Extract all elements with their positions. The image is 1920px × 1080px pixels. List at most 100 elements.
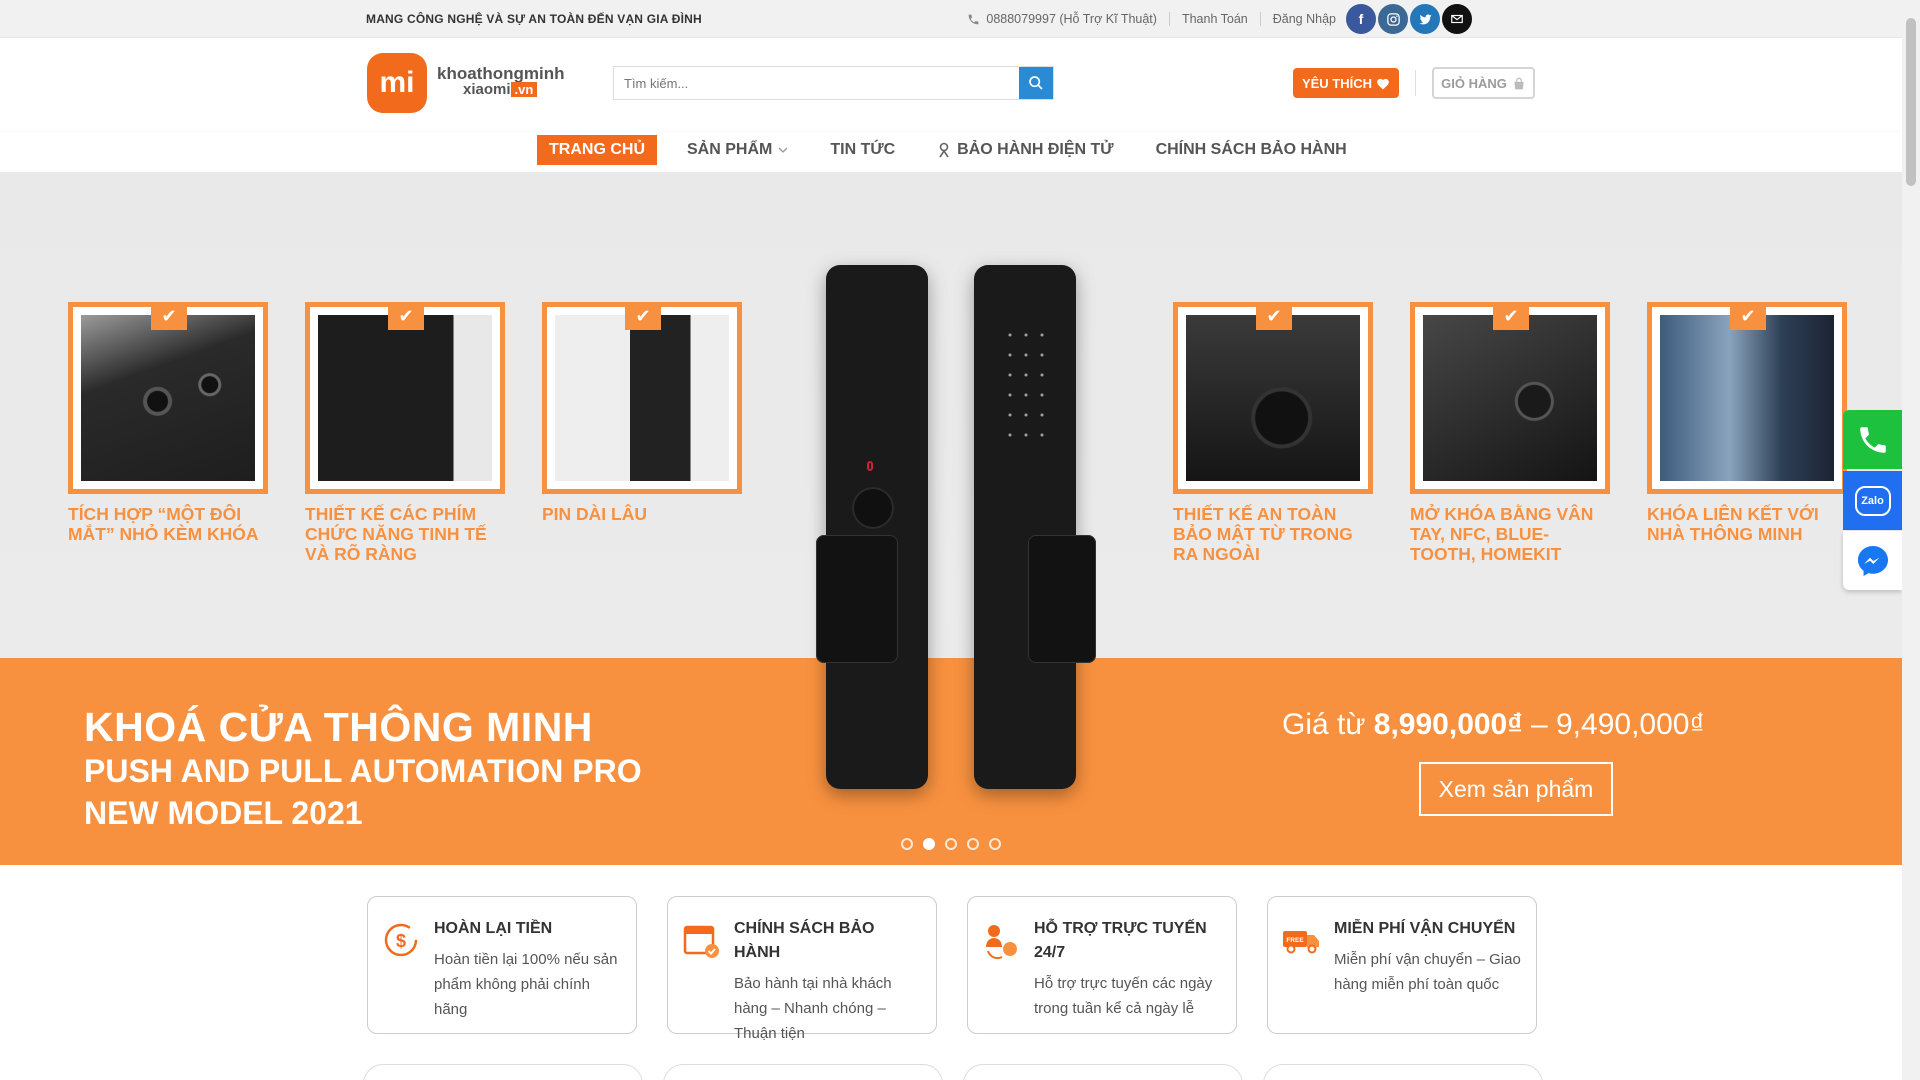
nav-warranty-policy[interactable]: CHÍNH SÁCH BẢO HÀNH bbox=[1156, 135, 1347, 165]
check-icon: ✔ bbox=[151, 302, 187, 330]
cart-button[interactable]: GIỎ HÀNG bbox=[1432, 67, 1535, 99]
slider-dot-active[interactable] bbox=[923, 838, 935, 850]
nav-e-warranty[interactable]: BẢO HÀNH ĐIỆN TỬ bbox=[937, 135, 1114, 165]
logo-line-1: khoathongminh bbox=[437, 64, 565, 83]
feature-caption: THIẾT KẾ AN TOÀN BẢO MẬT TỪ TRONG RA NGO… bbox=[1173, 504, 1353, 564]
search-input[interactable] bbox=[614, 67, 1019, 99]
user-pin-icon bbox=[939, 142, 949, 158]
hero-headline: KHOÁ CỬA THÔNG MINH PUSH AND PULL AUTOMA… bbox=[84, 704, 642, 834]
payment-link[interactable]: Thanh Toán bbox=[1182, 12, 1248, 26]
messenger-button[interactable] bbox=[1843, 531, 1902, 590]
feature-image-frame: ✔ bbox=[68, 302, 268, 494]
price-prefix: Giá từ bbox=[1282, 708, 1374, 741]
search-bar bbox=[613, 66, 1054, 100]
phone-icon bbox=[1859, 426, 1886, 453]
hotline-text: 0888079997 (Hỗ Trợ Kĩ Thuật) bbox=[986, 12, 1157, 26]
hotline[interactable]: 0888079997 (Hỗ Trợ Kĩ Thuật) bbox=[967, 12, 1157, 26]
feature-image-keypad bbox=[318, 315, 492, 481]
top-bar-links: 0888079997 (Hỗ Trợ Kĩ Thuật) Thanh Toán … bbox=[967, 4, 1472, 34]
lock-keypad bbox=[1002, 325, 1052, 445]
policy-title: HOÀN LẠI TIỀN bbox=[434, 920, 553, 937]
policy-text: Bảo hành tại nhà khách hàng – Nhanh chón… bbox=[734, 975, 892, 1042]
lock-handle bbox=[1028, 535, 1096, 663]
check-icon: ✔ bbox=[1256, 302, 1292, 330]
slider-dot[interactable] bbox=[901, 838, 913, 850]
svg-text:FREE: FREE bbox=[1286, 937, 1304, 944]
policy-card: HỖ TRỢ TRỰC TUYẾN 24/7 Hỗ trợ trực tuyến… bbox=[967, 896, 1237, 1034]
check-icon: ✔ bbox=[1730, 302, 1766, 330]
feature-caption: TÍCH HỢP “MỘT ĐÔI MẮT” NHỎ KÈM KHÓA bbox=[68, 504, 259, 544]
policy-card: FREE MIỄN PHÍ VẬN CHUYỂN Miễn phí vận ch… bbox=[1267, 896, 1537, 1034]
price-separator: – bbox=[1522, 708, 1556, 741]
divider bbox=[1259, 12, 1261, 26]
messenger-icon bbox=[1857, 545, 1888, 576]
header-divider bbox=[1415, 70, 1416, 96]
favorites-button[interactable]: YÊU THÍCH bbox=[1293, 68, 1399, 98]
hero-title-line-3: NEW MODEL 2021 bbox=[84, 795, 363, 831]
page-scrollbar[interactable] bbox=[1902, 0, 1920, 1080]
check-icon: ✔ bbox=[625, 302, 661, 330]
cart-label: GIỎ HÀNG bbox=[1441, 75, 1507, 91]
lock-handle bbox=[816, 535, 898, 663]
nav-news[interactable]: TIN TỨC bbox=[830, 135, 895, 165]
category-card-top[interactable] bbox=[1263, 1064, 1543, 1080]
call-button[interactable] bbox=[1843, 410, 1902, 469]
shopping-bag-icon bbox=[1514, 77, 1524, 89]
search-icon bbox=[1029, 76, 1043, 90]
category-card-top[interactable] bbox=[663, 1064, 943, 1080]
feature-image-frame: ✔ bbox=[1173, 302, 1373, 494]
main-nav: TRANG CHỦ SẢN PHẨM TIN TỨC BẢO HÀNH ĐIỆN… bbox=[0, 132, 1902, 172]
facebook-icon[interactable]: f bbox=[1346, 4, 1376, 34]
slider-dot[interactable] bbox=[945, 838, 957, 850]
policy-card: $ HOÀN LẠI TIỀN Hoàn tiền lại 100% nếu s… bbox=[367, 896, 637, 1034]
slider-dot[interactable] bbox=[967, 838, 979, 850]
feature-image-smarthome bbox=[1660, 315, 1834, 481]
lock-indicator bbox=[867, 461, 873, 471]
nav-products[interactable]: SẢN PHẨM bbox=[687, 135, 788, 165]
site-header: mi khoathongminh xiaomi.vn YÊU THÍCH GIỎ… bbox=[0, 38, 1902, 132]
feature-card: ✔ PIN DÀI LÂU bbox=[542, 302, 742, 524]
social-links: f bbox=[1346, 4, 1472, 34]
policy-card: CHÍNH SÁCH BẢO HÀNH Bảo hành tại nhà khá… bbox=[667, 896, 937, 1042]
feature-image-camera bbox=[81, 315, 255, 481]
feature-image-frame: ✔ bbox=[1647, 302, 1847, 494]
heart-icon bbox=[1377, 78, 1389, 89]
logo-wordmark[interactable]: khoathongminh xiaomi .vn bbox=[437, 64, 565, 98]
feature-caption: PIN DÀI LÂU bbox=[542, 504, 647, 524]
slider-dots bbox=[901, 838, 1001, 850]
feature-card: ✔ KHÓA LIÊN KẾT VỚI NHÀ THÔNG MINH bbox=[1647, 302, 1847, 544]
top-bar: MANG CÔNG NGHỆ VÀ SỰ AN TOÀN ĐẾN VẠN GIA… bbox=[0, 0, 1902, 38]
logo-mark[interactable]: mi bbox=[367, 53, 427, 113]
price-to: 9,490,000₫ bbox=[1556, 708, 1705, 741]
login-link[interactable]: Đăng Nhập bbox=[1273, 12, 1336, 26]
logo-line-2: xiaomi .vn bbox=[463, 82, 564, 98]
check-icon: ✔ bbox=[388, 302, 424, 330]
feature-image-frame: ✔ bbox=[305, 302, 505, 494]
search-button[interactable] bbox=[1019, 67, 1053, 99]
product-lock-front bbox=[816, 265, 928, 789]
email-icon[interactable] bbox=[1442, 4, 1472, 34]
feature-image-battery bbox=[555, 315, 729, 481]
nav-home[interactable]: TRANG CHỦ bbox=[537, 135, 657, 165]
feature-caption: MỞ KHÓA BẰNG VÂN TAY, NFC, BLUE-TOOTH, H… bbox=[1410, 504, 1594, 564]
scrollbar-thumb[interactable] bbox=[1906, 18, 1916, 186]
chevron-down-icon bbox=[778, 147, 788, 153]
calendar-check-icon bbox=[683, 925, 719, 958]
category-card-top[interactable] bbox=[363, 1064, 643, 1080]
hero-slider[interactable]: ✔ TÍCH HỢP “MỘT ĐÔI MẮT” NHỎ KÈM KHÓA ✔ … bbox=[0, 172, 1902, 865]
category-card-top[interactable] bbox=[963, 1064, 1243, 1080]
instagram-icon[interactable] bbox=[1378, 4, 1408, 34]
support-icon bbox=[986, 925, 1017, 960]
free-shipping-icon: FREE bbox=[1283, 931, 1319, 954]
policy-text: Hỗ trợ trực tuyến các ngày trong tuần kể… bbox=[1034, 975, 1213, 1017]
view-product-button[interactable]: Xem sản phẩm bbox=[1419, 762, 1613, 816]
policy-title: CHÍNH SÁCH BẢO HÀNH bbox=[734, 920, 875, 961]
policy-text: Miễn phí vận chuyển – Giao hàng miễn phí… bbox=[1334, 951, 1521, 993]
twitter-icon[interactable] bbox=[1410, 4, 1440, 34]
slider-dot[interactable] bbox=[989, 838, 1001, 850]
zalo-button[interactable]: Zalo bbox=[1843, 471, 1902, 530]
money-back-icon: $ bbox=[384, 923, 418, 957]
policy-title: MIỄN PHÍ VẬN CHUYỂN bbox=[1334, 920, 1516, 937]
feature-card: ✔ THIẾT KẾ AN TOÀN BẢO MẬT TỪ TRONG RA N… bbox=[1173, 302, 1373, 564]
logo-tld: .vn bbox=[510, 82, 538, 97]
